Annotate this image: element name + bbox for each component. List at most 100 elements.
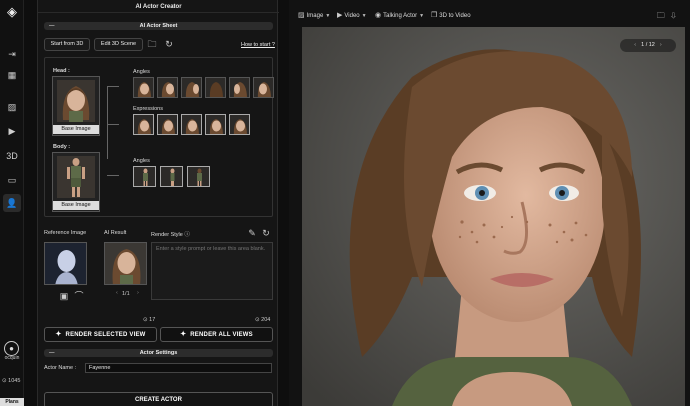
expression-thumb-2[interactable] — [157, 114, 178, 135]
expression-thumb-3-icon — [182, 115, 201, 134]
credits-count: ⊙ 1045 — [2, 378, 21, 384]
body-label: Body : — [53, 144, 71, 150]
folder-icon[interactable]: 🗀 — [657, 11, 671, 20]
tab-3d-to-video[interactable]: ❒ 3D to Video — [431, 11, 471, 19]
section-actor-sheet[interactable]: — AI Actor Sheet — [44, 22, 273, 30]
angle-thumb-5-icon — [230, 78, 249, 97]
angle-thumb-3[interactable] — [181, 77, 202, 98]
angles-label: Angles — [133, 69, 150, 75]
section-actor-sheet-label: AI Actor Sheet — [139, 23, 178, 29]
main-portrait — [302, 27, 685, 406]
image-pager: ‹ 1 / 12 › — [620, 39, 676, 52]
angle-thumb-4-icon — [206, 78, 225, 97]
ai-result-image[interactable] — [104, 242, 147, 285]
edit-3d-scene-button[interactable]: Edit 3D Scene — [94, 38, 143, 51]
chevron-right-icon[interactable]: › — [660, 42, 662, 48]
cube-icon: ❒ — [431, 12, 438, 19]
all-cost-value: 204 — [261, 317, 271, 323]
render-style-text: Render Style — [151, 232, 183, 238]
pose-icon[interactable]: ⌒ — [73, 290, 85, 302]
help-icon[interactable]: ⓘ — [184, 232, 190, 238]
nav-actor-icon[interactable]: 👤 — [3, 194, 21, 212]
start-from-3d-button[interactable]: Start from 3D — [44, 38, 90, 51]
render-all-views-button[interactable]: ✦ RENDER ALL VIEWS — [160, 327, 273, 342]
angle-thumb-1-icon — [134, 78, 153, 97]
nav-chat-icon[interactable]: ▭ — [3, 171, 21, 189]
nav-grid-icon[interactable]: ▦ — [3, 66, 21, 84]
create-actor-button[interactable]: CREATE ACTOR — [44, 392, 273, 406]
selected-cost-value: 17 — [149, 317, 156, 323]
style-reset-icon[interactable]: ↻ — [260, 227, 272, 239]
body-angle-thumb-2[interactable] — [160, 166, 183, 187]
head-label: Head : — [53, 68, 70, 74]
chevron-left-icon[interactable]: ‹ — [634, 42, 636, 48]
actor-name-input[interactable] — [85, 363, 272, 373]
tab-image-label: Image — [306, 13, 324, 19]
panel-title: AI Actor Creator — [38, 2, 279, 13]
body-base-image[interactable]: Base Image — [52, 152, 100, 212]
head-base-image[interactable]: Base Image — [52, 76, 100, 136]
body-figure-icon — [57, 156, 95, 198]
chevron-down-icon: ▼ — [325, 13, 331, 19]
expression-thumb-5-icon — [230, 115, 249, 134]
image-pager-label: 1 / 12 — [641, 42, 655, 48]
result-prev-icon[interactable]: ‹ — [116, 290, 118, 296]
collapse-icon[interactable]: — — [49, 22, 55, 30]
section-actor-settings[interactable]: — Actor Settings — [44, 349, 273, 357]
expressions-connector — [107, 124, 119, 125]
folder-icon[interactable]: 🗀 — [146, 38, 158, 50]
render-style-input[interactable] — [151, 242, 273, 300]
viewer-actions: 🗀⇩ — [657, 10, 682, 24]
nav-import-icon[interactable]: ⇥ — [3, 45, 21, 63]
nav-image-icon[interactable]: ▨ — [3, 98, 21, 116]
download-icon[interactable]: ⇩ — [671, 11, 682, 20]
head-portrait-icon — [57, 80, 95, 122]
plans-button[interactable]: Plans — [0, 398, 24, 406]
nav-3d-icon[interactable]: 3D — [3, 147, 21, 165]
body-angle-thumb-2-icon — [161, 167, 182, 186]
refresh-icon[interactable]: ↻ — [163, 38, 175, 50]
body-angle-thumb-1[interactable] — [133, 166, 156, 187]
head-connector — [107, 86, 108, 159]
expression-thumb-3[interactable] — [181, 114, 202, 135]
angle-thumb-4[interactable] — [205, 77, 226, 98]
style-brush-icon[interactable]: ✎ — [246, 227, 258, 239]
body-angle-thumb-1-icon — [134, 167, 155, 186]
render-selected-view-button[interactable]: ✦ RENDER SELECTED VIEW — [44, 327, 157, 342]
tab-talking-actor[interactable]: ◉ Talking Actor ▼ — [375, 11, 424, 19]
angle-thumb-2[interactable] — [157, 77, 178, 98]
angle-thumb-5[interactable] — [229, 77, 250, 98]
collapse-icon[interactable]: — — [49, 349, 55, 357]
left-rail: ◈ ⇥ ▦ ▨ ▶ 3D ▭ 👤 ● ocquin ⊙ 1045 Plans — [0, 0, 24, 406]
expression-thumb-5[interactable] — [229, 114, 250, 135]
tab-video[interactable]: ▶ Video ▼ — [337, 11, 367, 19]
app-logo-icon[interactable]: ◈ — [4, 4, 20, 20]
how-to-start-link[interactable]: How to start ? — [241, 42, 275, 48]
all-cost: ⊙ 204 — [255, 317, 271, 323]
chevron-down-icon: ▼ — [361, 13, 367, 19]
expression-thumb-1-icon — [134, 115, 153, 134]
expression-thumb-1[interactable] — [133, 114, 154, 135]
image-upload-icon[interactable]: ▣ — [58, 290, 70, 302]
ai-result-portrait-icon — [105, 243, 146, 284]
expression-thumb-4-icon — [206, 115, 225, 134]
portrait-image — [302, 27, 685, 406]
expression-thumb-2-icon — [158, 115, 177, 134]
actor-creator-panel: AI Actor Creator — AI Actor Sheet Start … — [37, 0, 279, 406]
image-viewer: ▨ Image ▼ ▶ Video ▼ ◉ Talking Actor ▼ ❒ 3D to V… — [289, 0, 690, 406]
credits-value: 1045 — [8, 378, 21, 384]
angle-thumb-6[interactable] — [253, 77, 274, 98]
user-avatar-icon[interactable]: ● — [4, 341, 19, 356]
body-base-image-caption: Base Image — [53, 201, 99, 210]
user-name: ocquin — [4, 355, 20, 361]
nav-video-icon[interactable]: ▶ — [3, 122, 21, 140]
sparkle-icon: ✦ — [180, 331, 187, 338]
head-base-image-caption: Base Image — [53, 125, 99, 134]
tab-image[interactable]: ▨ Image ▼ — [298, 11, 330, 19]
body-angle-thumb-3[interactable] — [187, 166, 210, 187]
result-next-icon[interactable]: › — [137, 290, 139, 296]
expression-thumb-4[interactable] — [205, 114, 226, 135]
reference-image[interactable] — [44, 242, 87, 285]
tab-talking-actor-label: Talking Actor — [383, 13, 418, 19]
angle-thumb-1[interactable] — [133, 77, 154, 98]
